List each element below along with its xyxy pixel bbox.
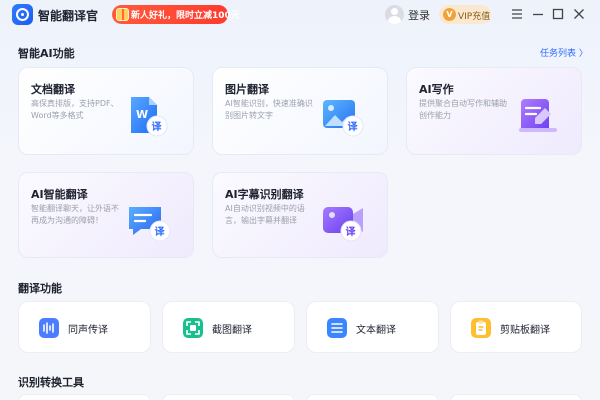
close-icon[interactable] (571, 6, 587, 22)
ai-writing-card[interactable]: AI写作 提供聚合自动写作和辅助创作能力 (406, 67, 582, 155)
promo-banner[interactable]: 新人好礼，限时立减100元 (112, 5, 240, 24)
vip-label: VIP充值 (458, 12, 491, 22)
convert-tools-row (18, 394, 582, 400)
card-title: AI写作 (419, 83, 454, 96)
vip-icon: V (443, 8, 456, 21)
tool-screenshot-translate[interactable]: 截图翻译 (162, 301, 295, 353)
card-description: 高保真排版，支持PDF、Word等多格式 (31, 99, 119, 120)
convert-section-title: 识别转换工具 (18, 376, 84, 389)
text-translate-icon (327, 318, 347, 338)
card-description: 智能翻译聊天，让外语不再成为沟通的障碍！ (31, 204, 119, 225)
tool-label: 剪贴板翻译 (500, 325, 550, 336)
card-title: 图片翻译 (225, 83, 269, 96)
translate-section-title: 翻译功能 (18, 282, 62, 295)
tool-simultaneous-interpretation[interactable]: 同声传译 (18, 301, 151, 353)
tool-label: 同声传译 (68, 325, 108, 336)
gift-icon (116, 8, 129, 21)
tool-clipboard-translate[interactable]: 剪贴板翻译 (450, 301, 582, 353)
convert-tool-card[interactable] (162, 394, 295, 400)
app-title: 智能翻译官 (38, 9, 99, 23)
svg-text:W: W (136, 108, 148, 121)
card-title: AI智能翻译 (31, 188, 88, 201)
ai-section-title: 智能AI功能 (18, 47, 75, 60)
tool-label: 文本翻译 (356, 325, 396, 336)
ai-smart-translate-card[interactable]: AI智能翻译 智能翻译聊天，让外语不再成为沟通的障碍！ 译 (18, 172, 194, 258)
convert-tool-card[interactable] (18, 394, 151, 400)
screenshot-translate-icon (183, 318, 203, 338)
login-button[interactable]: 登录 (408, 7, 430, 23)
document-translate-icon: W 译 (127, 94, 175, 138)
minimize-icon[interactable] (530, 6, 546, 22)
title-bar: 智能翻译官 新人好礼，限时立减100元 登录 V VIP充值 (0, 0, 600, 30)
image-translate-icon: 译 (321, 94, 369, 138)
tool-text-translate[interactable]: 文本翻译 (306, 301, 439, 353)
video-subtitle-icon: 译 (321, 199, 369, 243)
badge-text: 译 (155, 225, 166, 238)
card-title: 文档翻译 (31, 83, 75, 96)
card-title: AI字幕识别翻译 (225, 188, 304, 201)
card-description: 提供聚合自动写作和辅助创作能力 (419, 99, 507, 120)
ai-writing-icon (515, 94, 563, 138)
maximize-icon[interactable] (550, 6, 566, 22)
convert-tool-card[interactable] (450, 394, 582, 400)
chat-translate-icon: 译 (127, 199, 175, 243)
simultaneous-interpretation-icon (39, 318, 59, 338)
clipboard-translate-icon (471, 318, 491, 338)
promo-text: 新人好礼，限时立减100元 (131, 11, 240, 21)
badge-text: 译 (348, 120, 359, 133)
vip-recharge-button[interactable]: V VIP充值 (439, 5, 491, 24)
app-logo-icon (12, 4, 33, 25)
badge-text: 译 (152, 120, 163, 133)
ai-subtitle-translate-card[interactable]: AI字幕识别翻译 AI自动识别视频中的语言，输出字幕并翻译 译 (212, 172, 388, 258)
badge-text: 译 (346, 225, 357, 238)
document-translate-card[interactable]: 文档翻译 高保真排版，支持PDF、Word等多格式 W 译 (18, 67, 194, 155)
task-list-link[interactable]: 任务列表 〉 (540, 46, 588, 59)
card-description: AI智能识别，快速准确识别图片转文字 (225, 99, 313, 120)
card-description: AI自动识别视频中的语言，输出字幕并翻译 (225, 204, 305, 225)
tool-label: 截图翻译 (212, 325, 252, 336)
menu-icon[interactable] (509, 6, 525, 22)
image-translate-card[interactable]: 图片翻译 AI智能识别，快速准确识别图片转文字 译 (212, 67, 388, 155)
convert-tool-card[interactable] (306, 394, 439, 400)
avatar[interactable] (385, 5, 404, 24)
